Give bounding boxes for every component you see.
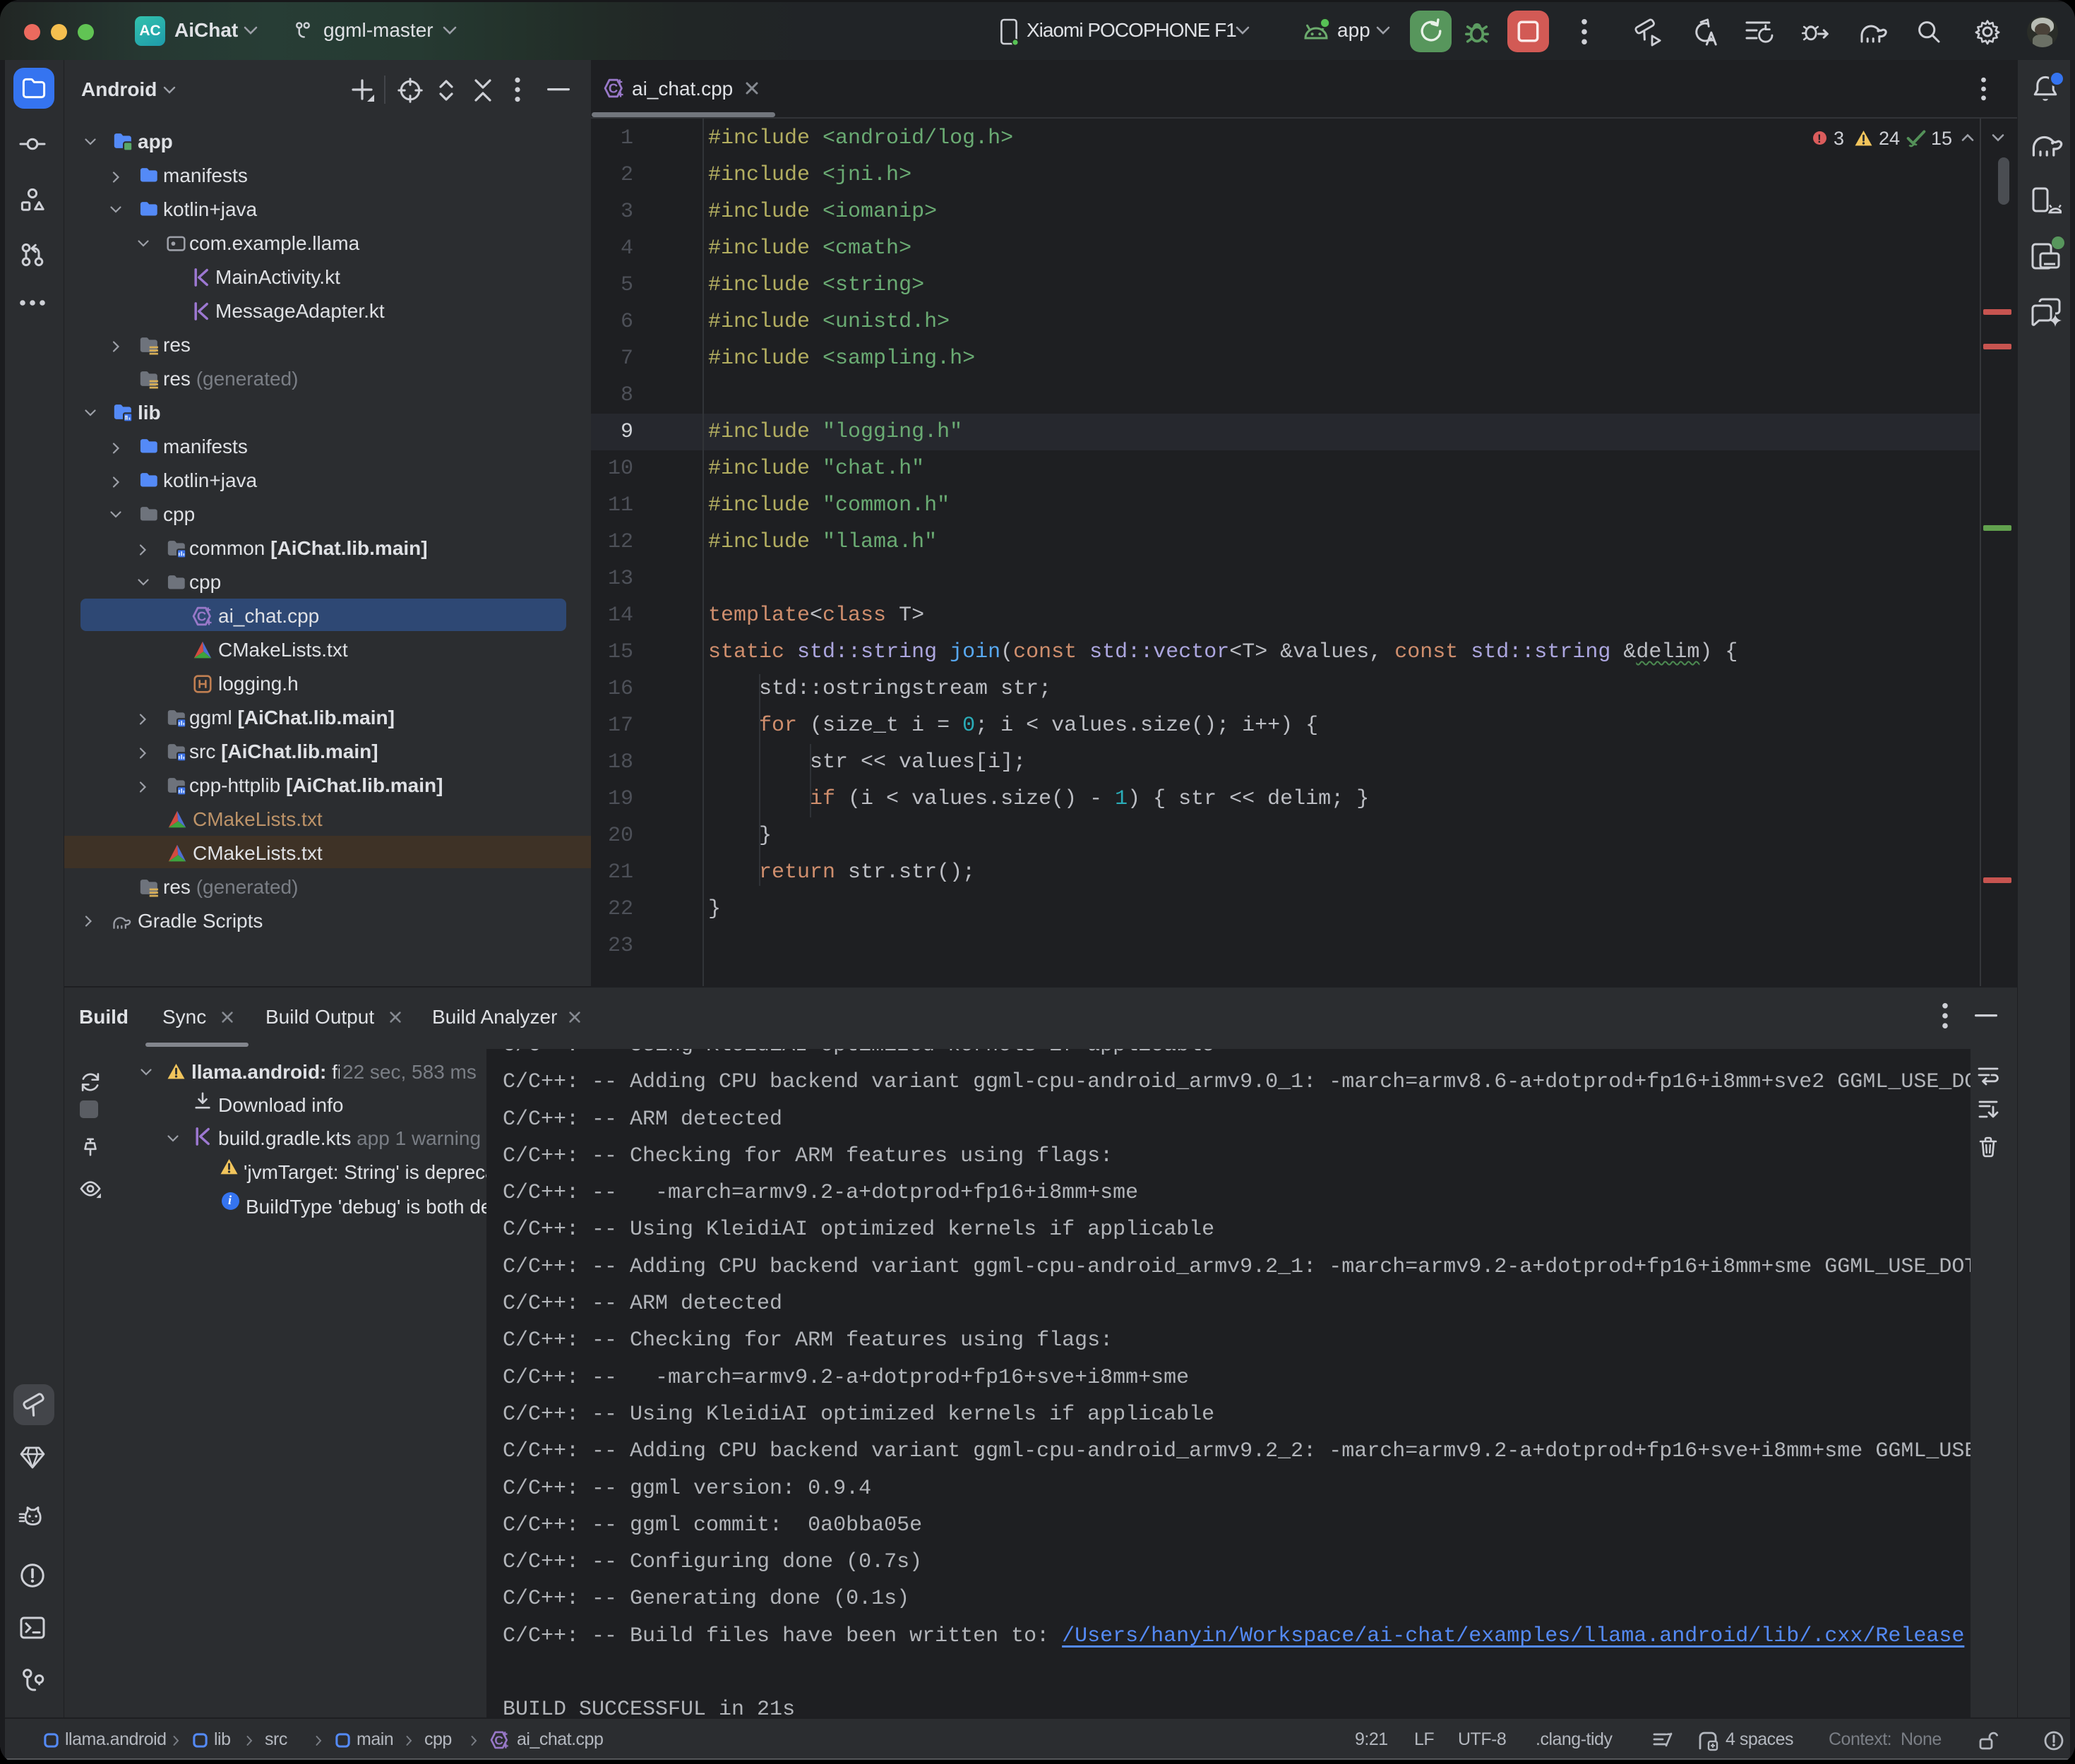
svg-text:C: C bbox=[197, 609, 206, 624]
svg-text:C: C bbox=[609, 81, 618, 96]
svg-text:C: C bbox=[494, 1733, 503, 1747]
